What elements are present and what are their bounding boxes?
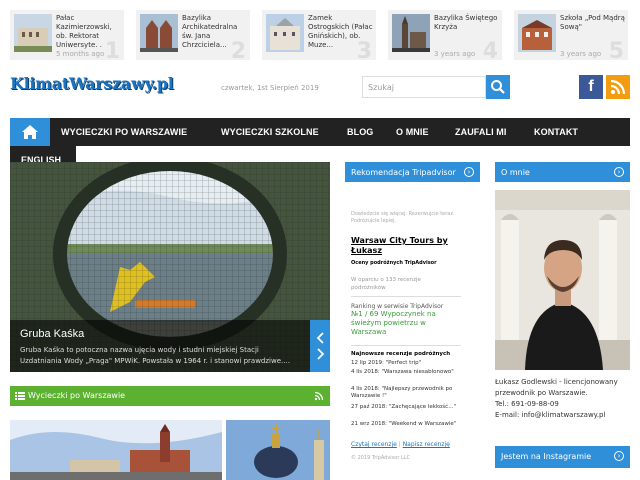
ta-ratings-label: Oceny podróżnych TripAdvisor [351, 260, 437, 266]
main-nav: WYCIECZKI PO WARSZAWIE WYCIECZKI SZKOLNE… [10, 118, 630, 146]
tour-thumbnail[interactable] [10, 420, 222, 480]
ta-write-review-link[interactable]: Napisz recenzję [403, 441, 450, 448]
slider-nav [310, 320, 330, 372]
slider-next-icon [317, 348, 325, 360]
post-number: 2 [230, 39, 246, 60]
ta-review[interactable]: 27 paź 2018: "Zachęcające lekkość..." [351, 404, 461, 411]
ta-tagline: Dowiedzcie się więcej. Rezerwujcie teraz… [351, 211, 455, 224]
about-header[interactable]: O mnie › [495, 162, 630, 182]
post-title[interactable]: Szkoła „Pod Mądrą Sową" [560, 14, 626, 32]
nav-zaufali-mi[interactable]: ZAUFALI MI [455, 118, 507, 146]
slide-image [10, 162, 330, 372]
post-thumbnail [266, 14, 304, 52]
section-title: Wycieczki po Warszawie [28, 391, 126, 400]
post-number: 5 [608, 39, 624, 60]
ta-review[interactable]: 12 lip 2019: "Perfect trip" [351, 360, 461, 367]
widget-title: Jestem na Instagramie [501, 452, 592, 461]
facebook-icon[interactable]: f [579, 75, 603, 99]
ta-new-reviews-label: Najnowsze recenzje podróżnych [351, 351, 451, 357]
section-header-wycieczki[interactable]: Wycieczki po Warszawie [10, 386, 330, 406]
featured-strip: Pałac Kazimierzowski, ob. Rektorat Uniwe… [0, 0, 640, 62]
ta-review[interactable]: 4 lis 2018: "Najlepszy przewodnik po War… [351, 386, 461, 400]
nav-wycieczki-warszawa[interactable]: WYCIECZKI PO WARSZAWIE [61, 118, 187, 146]
post-age: 3 years ago [434, 50, 476, 58]
ta-business-link[interactable]: Warsaw City Tours by Łukasz [351, 236, 461, 256]
featured-slider[interactable] [10, 162, 330, 372]
ta-rank-label: Ranking w serwisie TripAdvisor [351, 303, 444, 310]
about-text: Łukasz Godlewski - licencjonowany przewo… [495, 377, 630, 421]
ta-links: Czytaj recenzje | Napisz recenzję [351, 441, 450, 448]
tripadvisor-header[interactable]: Rekomendacja Tripadvisor › [345, 162, 480, 182]
avatar [495, 190, 630, 370]
search-icon [491, 80, 505, 94]
divider [351, 345, 461, 346]
rss-icon[interactable] [606, 75, 630, 99]
featured-post-4[interactable]: Bazylika Świętego Krzyża 3 years ago 4 [388, 10, 502, 60]
nav-home-button[interactable] [10, 118, 50, 146]
nav-o-mnie[interactable]: O MNIE [396, 118, 429, 146]
slider-prev-icon [316, 332, 324, 344]
post-number: 1 [104, 39, 120, 60]
post-thumbnail [518, 14, 556, 52]
slide-title[interactable]: Gruba Kaśka [20, 328, 84, 340]
ta-copyright: © 2019 TripAdvisor LLC [351, 455, 411, 461]
chevron-right-icon: › [614, 167, 624, 177]
chevron-right-icon: › [614, 451, 624, 461]
site-logo[interactable]: KlimatWarszawy.pl [10, 74, 174, 93]
ta-review-count: W oparciu o 133 recenzje podróżników [351, 277, 421, 291]
post-number: 3 [356, 39, 372, 60]
post-thumbnail [140, 14, 178, 52]
featured-post-1[interactable]: Pałac Kazimierzowski, ob. Rektorat Uniwe… [10, 10, 124, 60]
search-button[interactable] [486, 75, 510, 99]
featured-post-3[interactable]: Zamek Ostrogskich (Pałac Gnińskich), ob.… [262, 10, 376, 60]
about-description: Łukasz Godlewski - licencjonowany przewo… [495, 378, 618, 397]
post-number: 4 [482, 39, 498, 60]
ta-review[interactable]: 4 lis 2018: "Warszawa niesablonowo" [351, 369, 461, 376]
tour-thumbnail[interactable] [226, 420, 330, 480]
slide-excerpt: Gruba Kaśka to potoczna nazwa ujęcia wod… [20, 346, 290, 365]
post-age: 3 years ago [560, 50, 602, 58]
chevron-right-icon: › [464, 167, 474, 177]
featured-post-2[interactable]: Bazylika Archikatedralna św. Jana Chrzci… [136, 10, 250, 60]
instagram-header[interactable]: Jestem na Instagramie › [495, 446, 630, 468]
widget-title: O mnie [501, 168, 530, 177]
post-thumbnail [392, 14, 430, 52]
about-email[interactable]: E-mail: info@klimatwarszawy.pl [495, 410, 630, 421]
ta-rank-value[interactable]: №1 / 69 Wypoczynek na świeżym powietrzu … [351, 310, 461, 337]
ta-read-reviews-link[interactable]: Czytaj recenzje [351, 441, 397, 448]
featured-post-5[interactable]: Szkoła „Pod Mądrą Sową" 3 years ago 5 [514, 10, 628, 60]
divider [351, 296, 461, 297]
list-icon [15, 392, 25, 400]
ta-review[interactable]: 21 wrz 2018: "Weekend w Warszawie" [351, 421, 461, 428]
home-icon [22, 125, 38, 139]
current-date: czwartek, 1st Sierpień 2019 [221, 84, 319, 92]
nav-wycieczki-szkolne[interactable]: WYCIECZKI SZKOLNE [221, 118, 319, 146]
nav-kontakt[interactable]: KONTAKT [534, 118, 578, 146]
post-age: 5 months ago [56, 50, 105, 58]
nav-blog[interactable]: BLOG [347, 118, 373, 146]
post-title[interactable]: Bazylika Świętego Krzyża [434, 14, 500, 32]
rss-icon[interactable] [314, 391, 324, 401]
about-phone: Tel.: 691-09-88-09 [495, 400, 559, 408]
search-input[interactable]: Szukaj [362, 76, 486, 98]
post-thumbnail [14, 14, 52, 52]
widget-title: Rekomendacja Tripadvisor [351, 168, 456, 177]
